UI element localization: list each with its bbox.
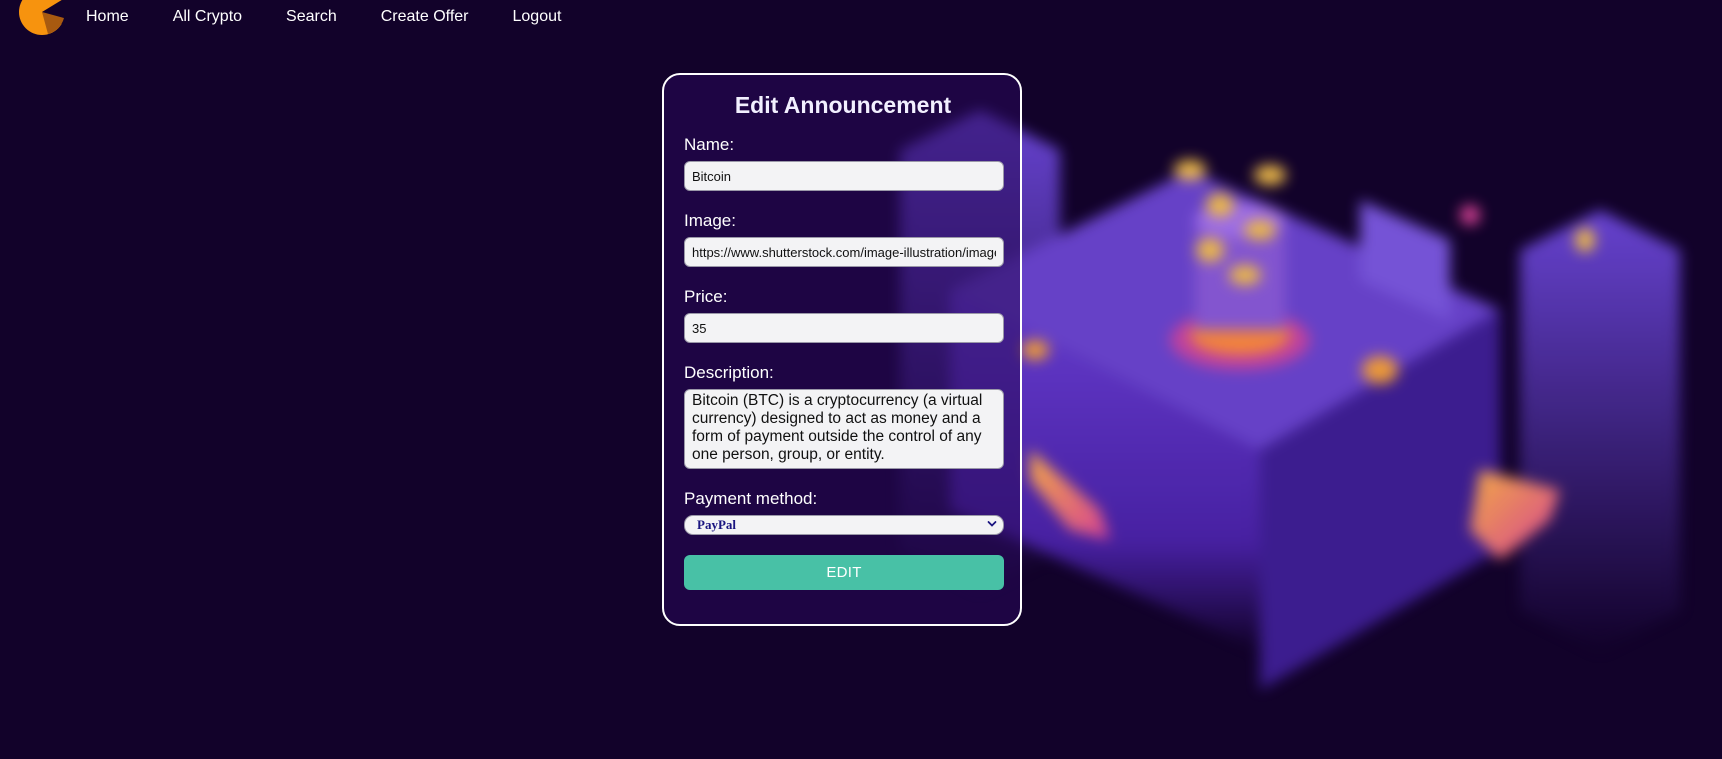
edit-announcement-form: Edit Announcement Name: Image: Price: De… [662,73,1022,626]
price-label: Price: [684,287,728,306]
crypto-logo-icon[interactable] [18,0,70,36]
description-label: Description: [684,363,774,382]
nav-link-home[interactable]: Home [86,8,129,26]
name-label: Name: [684,135,735,154]
nav-link-logout[interactable]: Logout [513,8,562,26]
price-input[interactable] [684,313,1004,343]
nav-link-create-offer[interactable]: Create Offer [381,8,469,26]
chevron-down-icon [987,521,997,527]
edit-submit-button[interactable]: EDIT [684,555,1004,590]
payment-method-label: Payment method: [684,489,818,508]
nav-link-all-crypto[interactable]: All Crypto [173,8,242,26]
name-input[interactable] [684,161,1004,191]
payment-method-select[interactable]: PayPal [684,515,1004,535]
image-label: Image: [684,211,736,230]
nav-link-search[interactable]: Search [286,8,337,26]
nav-links: Home All Crypto Search Create Offer Logo… [86,8,605,26]
payment-method-select-wrapper: PayPal [684,515,1004,535]
description-textarea[interactable]: Bitcoin (BTC) is a cryptocurrency (a vir… [684,389,1004,469]
image-url-input[interactable] [684,237,1004,267]
form-title: Edit Announcement [734,92,952,118]
